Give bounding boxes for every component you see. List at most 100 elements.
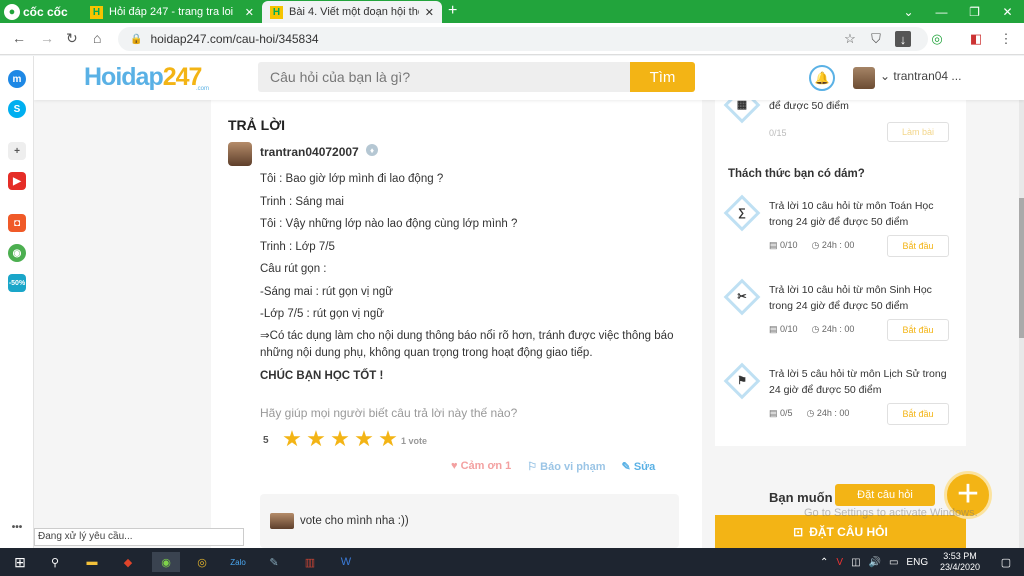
logo-part-a: Hoidap: [84, 63, 164, 91]
chrome-icon[interactable]: ◎: [192, 552, 212, 572]
back-icon[interactable]: ←: [12, 30, 26, 46]
windows-activation-watermark: Go to Settings to activate Windows.: [804, 507, 978, 519]
start-button[interactable]: Bắt đầu: [887, 319, 949, 341]
vote-count: 1 vote: [401, 436, 428, 446]
bookmark-star-icon[interactable]: ☆: [842, 31, 858, 47]
star-icon[interactable]: ★: [280, 427, 304, 451]
extension-icon[interactable]: ◎: [929, 31, 945, 47]
challenge-text: Trả lời 10 câu hỏi từ môn Toán Học trong…: [769, 200, 934, 228]
biology-icon: ✂: [723, 278, 761, 316]
ask-question-button[interactable]: ⊡ ĐẶT CÂU HỎI: [715, 515, 966, 548]
close-tab-icon[interactable]: ✕: [425, 6, 434, 19]
skype-icon[interactable]: S: [8, 100, 26, 118]
answer-line: Trinh : Sáng mai: [260, 195, 344, 208]
challenge-text: Trả lời 5 câu hỏi từ môn Lịch Sử trong 2…: [769, 368, 947, 396]
answer-conclusion: ⇒Có tác dụng làm cho nội dung thông báo …: [260, 329, 674, 359]
author-name[interactable]: trantran04072007: [260, 145, 359, 159]
star-rating[interactable]: ★ ★ ★ ★ ★: [280, 427, 400, 451]
minimize-icon[interactable]: —: [925, 0, 958, 23]
star-icon[interactable]: ★: [352, 427, 376, 451]
flag-icon: ⚐: [527, 461, 541, 473]
comment: vote cho mình nha :)): [260, 494, 679, 548]
tab-hoidap[interactable]: H Hỏi đáp 247 - trang tra loi ✕: [82, 1, 262, 23]
start-button[interactable]: Bắt đầu: [887, 403, 949, 425]
edit-label: Sửa: [633, 461, 656, 473]
thanks-button[interactable]: ♥ Cảm ơn 1: [451, 460, 511, 473]
username-label: trantran04 ...: [893, 69, 962, 83]
tab-title: Hỏi đáp 247 - trang tra loi: [109, 6, 234, 18]
add-icon[interactable]: +: [8, 142, 26, 160]
word-icon[interactable]: W: [336, 552, 356, 572]
zalo-icon[interactable]: Zalo: [228, 552, 248, 572]
tab-active[interactable]: H Bài 4. Viết một đoạn hội thoại ✕: [262, 1, 442, 23]
windows-start-icon[interactable]: ⊞: [10, 552, 30, 572]
restore-icon[interactable]: ❐: [958, 0, 991, 23]
reload-icon[interactable]: ↻: [66, 30, 78, 47]
logo-suffix: .com: [196, 86, 210, 92]
url-field[interactable]: 🔒 hoidap247.com/cau-hoi/345834: [118, 27, 928, 51]
coccoc-taskbar-icon[interactable]: ◉: [152, 552, 180, 572]
report-label: Báo vi phạm: [540, 461, 606, 473]
search-icon[interactable]: ⚲: [45, 552, 65, 572]
username-menu[interactable]: ⌄ trantran04 ...: [880, 69, 961, 83]
browser-brand[interactable]: ● cốc cốc: [4, 3, 68, 20]
more-icon[interactable]: •••: [8, 518, 26, 536]
progress-label: ▤ 0/10: [769, 240, 798, 250]
new-tab-icon[interactable]: +: [448, 2, 457, 20]
hoidap-favicon-icon: H: [90, 5, 103, 19]
hoidap-favicon-icon: H: [270, 5, 283, 19]
answer-line: -Sáng mai : rút gọn vị ngữ: [260, 285, 393, 298]
report-button[interactable]: ⚐ Báo vi phạm: [527, 460, 605, 473]
chevron-down-icon[interactable]: ⌄: [892, 0, 925, 23]
paint-icon[interactable]: ✎: [264, 552, 284, 572]
site-logo[interactable]: Hoidap247: [84, 63, 202, 92]
challenge-title: Thách thức bạn có dám?: [728, 168, 865, 180]
youtube-icon[interactable]: ▶: [8, 172, 26, 190]
challenge-item: ✂ Trả lời 10 câu hỏi từ môn Sinh Học tro…: [715, 278, 966, 362]
chevron-up-icon[interactable]: ⌃: [820, 557, 828, 568]
avatar[interactable]: [853, 67, 875, 89]
star-icon[interactable]: ★: [304, 427, 328, 451]
scrollbar-thumb[interactable]: [1019, 198, 1024, 338]
search-button[interactable]: Tìm: [630, 62, 695, 92]
app-icon[interactable]: ◆: [118, 552, 138, 572]
battery-icon[interactable]: ▭: [889, 557, 898, 568]
winrar-icon[interactable]: ▥: [300, 552, 320, 572]
forward-icon[interactable]: →: [40, 30, 54, 46]
profile-icon[interactable]: ◧: [968, 31, 984, 47]
edit-button[interactable]: ✎ Sửa: [622, 460, 656, 473]
task-start-button[interactable]: Làm bài: [887, 122, 949, 142]
clock-date: 23/4/2020: [940, 562, 981, 572]
star-icon[interactable]: ★: [328, 427, 352, 451]
clock[interactable]: 3:53 PM 23/4/2020: [940, 551, 980, 573]
network-icon[interactable]: ◫: [851, 557, 860, 568]
browser-tab-bar: ● cốc cốc H Hỏi đáp 247 - trang tra loi …: [0, 0, 1024, 23]
coccoc-extension-icon[interactable]: ◉: [8, 244, 26, 262]
file-explorer-icon[interactable]: ▬: [82, 552, 102, 572]
notification-center-icon[interactable]: ▢: [996, 552, 1016, 572]
shield-icon[interactable]: ⛉: [868, 31, 884, 47]
home-icon[interactable]: ⌂: [93, 30, 101, 46]
menu-icon[interactable]: ⋮: [998, 31, 1014, 47]
search-input[interactable]: Câu hỏi của bạn là gì?: [258, 62, 630, 92]
tab-title: Bài 4. Viết một đoạn hội thoại: [289, 6, 419, 18]
challenge-meta: ▤ 0/5 ◷ 24h : 00: [769, 408, 849, 419]
comment-avatar[interactable]: [270, 513, 294, 529]
answer-body: Tôi : Bao giờ lớp mình đi lao động ? Tri…: [260, 168, 685, 387]
download-icon[interactable]: ↓: [895, 31, 911, 47]
shop-icon[interactable]: ◘: [8, 214, 26, 232]
author-avatar[interactable]: [228, 142, 252, 166]
clock-time: 3:53 PM: [943, 551, 977, 561]
antivirus-icon[interactable]: V: [836, 557, 843, 568]
close-tab-icon[interactable]: ✕: [245, 6, 254, 19]
language-indicator[interactable]: ENG: [906, 557, 928, 568]
notification-bell-icon[interactable]: 🔔: [809, 65, 835, 91]
messenger-icon[interactable]: m: [8, 70, 26, 88]
start-button[interactable]: Bắt đầu: [887, 235, 949, 257]
floating-ask-label[interactable]: Đặt câu hỏi: [835, 484, 935, 506]
close-window-icon[interactable]: ✕: [991, 0, 1024, 23]
sale-icon[interactable]: -50%: [8, 274, 26, 292]
progress-label: ▤ 0/10: [769, 324, 798, 334]
volume-icon[interactable]: 🔊: [869, 557, 881, 568]
star-icon[interactable]: ★: [376, 427, 400, 451]
